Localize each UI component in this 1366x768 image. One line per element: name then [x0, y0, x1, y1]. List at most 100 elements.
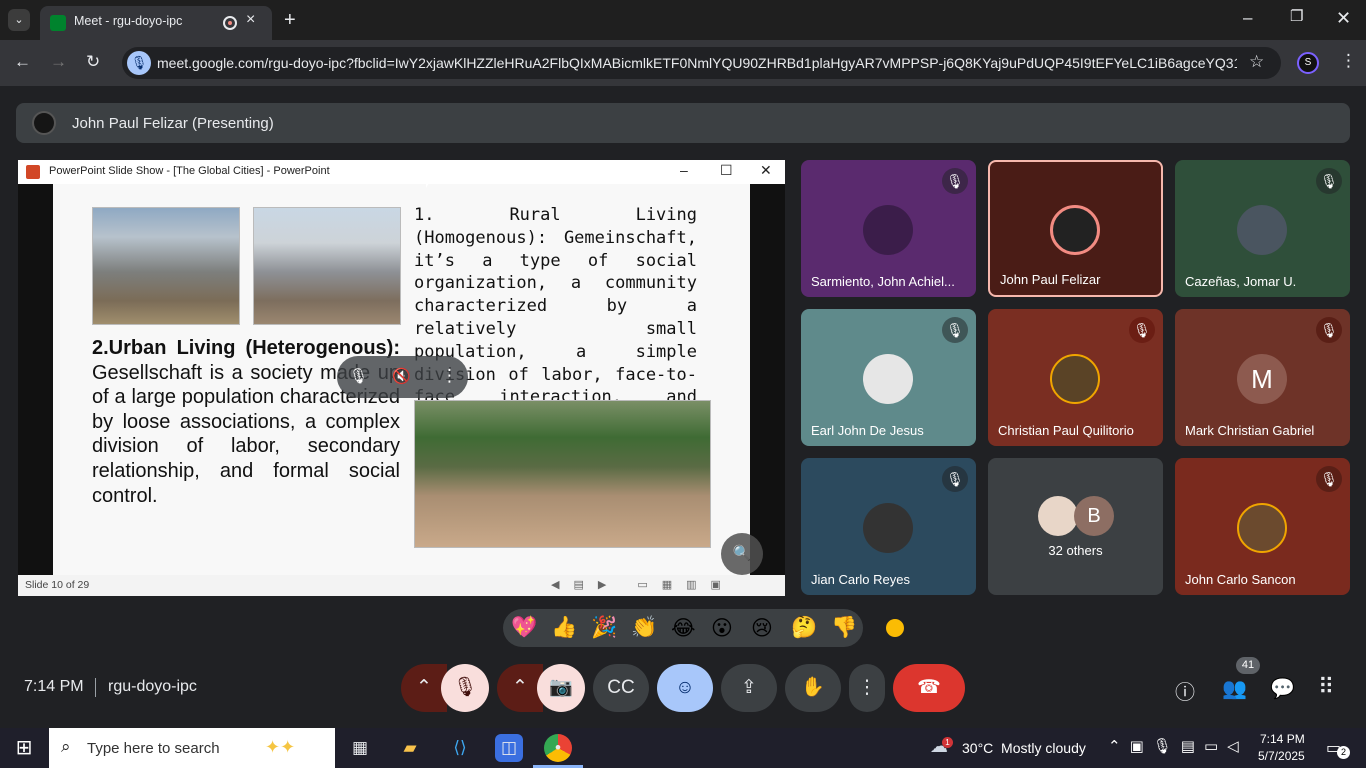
- mic-muted-icon: 🎙: [942, 466, 968, 492]
- app-icon[interactable]: ◫: [495, 734, 523, 762]
- participant-tile[interactable]: M 🎙 Mark Christian Gabriel: [1175, 309, 1350, 446]
- reaction-party-popper[interactable]: 🎉: [591, 616, 617, 640]
- reactions-bar: 💖 👍 🎉 👏 😂 😮 😢 🤔 👎: [503, 609, 863, 647]
- back-icon[interactable]: ←: [14, 52, 31, 72]
- participant-name: John Carlo Sancon: [1185, 572, 1296, 587]
- forward-icon[interactable]: →: [50, 52, 67, 72]
- bookmark-star-icon[interactable]: ☆: [1249, 52, 1264, 72]
- reaction-surprised[interactable]: 😮: [711, 616, 733, 641]
- reaction-tears-of-joy[interactable]: 😂: [671, 616, 696, 641]
- participant-name: Cazeñas, Jomar U.: [1185, 274, 1297, 289]
- ppt-close-icon: ✕: [760, 162, 772, 178]
- participant-tile[interactable]: 🎙 Earl John De Jesus: [801, 309, 976, 446]
- presenter-avatar: [32, 111, 56, 135]
- browser-tab-bar: ⌄ Meet - rgu-doyo-ipc × + – ❐ ✕: [0, 0, 1366, 40]
- others-tile[interactable]: B 32 others: [988, 458, 1163, 595]
- ppt-title-bar: PowerPoint Slide Show - [The Global Citi…: [18, 160, 785, 184]
- present-screen-button[interactable]: ⇪: [721, 664, 777, 712]
- vscode-icon[interactable]: ⟨⟩: [446, 734, 474, 762]
- recording-icon: [223, 16, 237, 30]
- overlay-more-icon[interactable]: ⋮: [441, 366, 458, 386]
- restore-icon[interactable]: ❐: [1290, 7, 1303, 25]
- meet-favicon-icon: [50, 15, 66, 31]
- new-tab-icon[interactable]: +: [284, 9, 296, 32]
- clock-date[interactable]: 5/7/2025: [1258, 749, 1305, 763]
- skin-tone-selector[interactable]: [884, 617, 906, 639]
- taskbar-search-box[interactable]: ⌕ Type here to search ✦✦: [49, 728, 335, 768]
- activities-icon[interactable]: ⠿: [1318, 674, 1334, 700]
- participant-avatar: [1050, 205, 1100, 255]
- others-count: 32 others: [1048, 543, 1103, 558]
- close-window-icon[interactable]: ✕: [1336, 8, 1351, 29]
- people-icon[interactable]: 👥: [1222, 676, 1247, 701]
- tray-icons[interactable]: ⌃▣🎙▤▭◁: [1108, 737, 1248, 755]
- search-icon: ⌕: [61, 737, 71, 756]
- task-view-icon[interactable]: ▦: [346, 734, 374, 762]
- chat-icon[interactable]: 💬: [1270, 676, 1295, 701]
- reaction-thinking[interactable]: 🤔: [791, 616, 817, 640]
- reaction-thumbs-down[interactable]: 👎: [831, 616, 857, 640]
- reaction-thumbs-up[interactable]: 👍: [551, 616, 577, 640]
- tab-title: Meet - rgu-doyo-ipc: [74, 14, 183, 28]
- ppt-window-title: PowerPoint Slide Show - [The Global Citi…: [49, 165, 330, 177]
- camera-off-button[interactable]: 📷: [537, 664, 585, 712]
- participant-avatar: [1237, 503, 1287, 553]
- clock-time[interactable]: 7:14 PM: [1260, 732, 1305, 746]
- reload-icon[interactable]: ↻: [86, 52, 100, 72]
- participant-name: Earl John De Jesus: [811, 423, 924, 438]
- reaction-crying[interactable]: 😢: [751, 616, 773, 641]
- ppt-nav-icons: ◀▤▶ ▭▦▥▣: [551, 579, 735, 591]
- emoji-reactions-button[interactable]: ☺: [657, 664, 713, 712]
- chrome-icon[interactable]: •: [544, 734, 572, 762]
- mouse-cursor-icon: [426, 176, 433, 188]
- participant-avatar: [863, 205, 913, 255]
- reaction-sparkling-heart[interactable]: 💖: [511, 616, 537, 640]
- tab-list-icon[interactable]: ⌄: [8, 9, 30, 31]
- participant-count-badge: 41: [1236, 657, 1260, 674]
- address-bar[interactable]: 🎙 meet.google.com/rgu-doyo-ipc?fbclid=Iw…: [122, 47, 1281, 79]
- browser-menu-icon[interactable]: ⋮: [1340, 51, 1357, 71]
- participant-name: John Paul Felizar: [1000, 272, 1101, 287]
- search-placeholder: Type here to search: [87, 740, 220, 757]
- participant-name: Christian Paul Quilitorio: [998, 423, 1134, 438]
- participant-tile[interactable]: 🎙 Sarmiento, John Achiel...: [801, 160, 976, 297]
- details-divider: [95, 678, 96, 697]
- file-explorer-icon[interactable]: ▰: [396, 734, 424, 762]
- overlay-speaker-off-icon[interactable]: 🔇: [392, 367, 411, 385]
- more-options-button[interactable]: ⋮: [849, 664, 885, 712]
- address-url[interactable]: meet.google.com/rgu-doyo-ipc?fbclid=IwY2…: [157, 55, 1237, 71]
- mic-muted-icon: 🎙: [1316, 168, 1342, 194]
- raise-hand-button[interactable]: ✋: [785, 664, 841, 712]
- participant-tile[interactable]: 🎙 Cazeñas, Jomar U.: [1175, 160, 1350, 297]
- tab-close-icon[interactable]: ×: [246, 11, 255, 29]
- participant-tile[interactable]: 🎙 Jian Carlo Reyes: [801, 458, 976, 595]
- windows-start-icon[interactable]: ⊞: [10, 734, 38, 762]
- overlay-mic-off-icon[interactable]: 🎙: [349, 367, 368, 385]
- mic-off-button[interactable]: 🎙: [441, 664, 489, 712]
- zoom-magnifier-icon[interactable]: 🔍: [721, 533, 763, 575]
- mic-muted-icon: 🎙: [1316, 317, 1342, 343]
- mic-site-icon[interactable]: 🎙: [127, 51, 151, 75]
- powerpoint-icon: [26, 165, 40, 179]
- meeting-info-icon[interactable]: ⓘ: [1175, 676, 1195, 705]
- participant-tile[interactable]: 🎙 Christian Paul Quilitorio: [988, 309, 1163, 446]
- profile-avatar[interactable]: S: [1297, 52, 1319, 74]
- search-highlight-icon: ✦✦: [265, 737, 296, 757]
- reaction-clapping[interactable]: 👏: [631, 616, 657, 640]
- leave-call-button[interactable]: ☎: [893, 664, 965, 712]
- participant-tile[interactable]: 🎙 John Carlo Sancon: [1175, 458, 1350, 595]
- presenting-label: John Paul Felizar (Presenting): [72, 115, 274, 132]
- meeting-code: rgu-doyo-ipc: [108, 678, 197, 695]
- participant-avatar: [863, 503, 913, 553]
- browser-tab-meet[interactable]: Meet - rgu-doyo-ipc ×: [40, 6, 272, 40]
- ppt-maximize-icon: ☐: [720, 162, 733, 178]
- slide-counter: Slide 10 of 29: [25, 579, 90, 591]
- participant-name: Sarmiento, John Achiel...: [811, 274, 955, 289]
- participant-tile-active[interactable]: John Paul Felizar: [988, 160, 1163, 297]
- minimize-icon[interactable]: –: [1243, 8, 1252, 28]
- others-avatar-initial: B: [1074, 496, 1114, 536]
- weather-text[interactable]: 30°C Mostly cloudy: [962, 740, 1086, 756]
- participant-initial-avatar: M: [1237, 354, 1287, 404]
- captions-button[interactable]: CC: [593, 664, 649, 712]
- participant-avatar: [863, 354, 913, 404]
